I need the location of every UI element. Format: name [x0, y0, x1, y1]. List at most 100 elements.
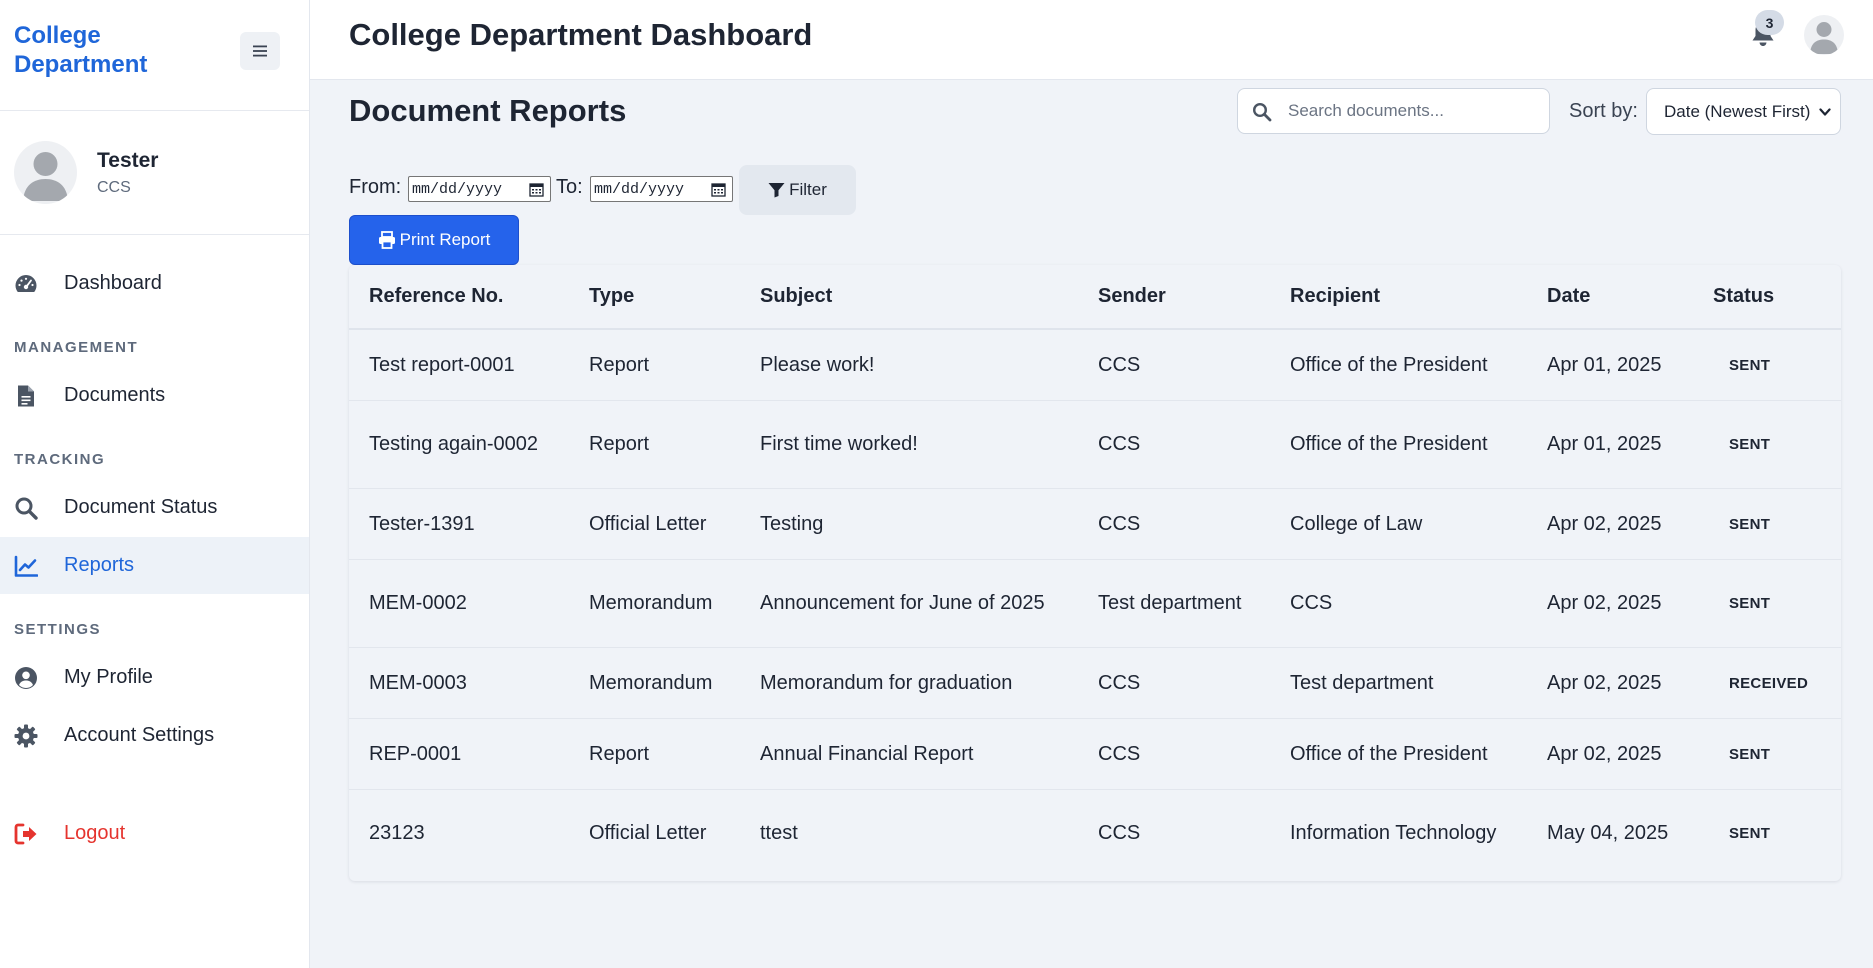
cell-subject: Memorandum for graduation — [740, 647, 1078, 719]
sort-label: Sort by: — [1569, 100, 1638, 122]
sidebar-item-label: Documents — [64, 384, 166, 406]
table-row[interactable]: MEM-0003 Memorandum Memorandum for gradu… — [349, 647, 1841, 719]
cell-date: Apr 01, 2025 — [1527, 329, 1693, 401]
table-row[interactable]: Tester-1391 Official Letter Testing CCS … — [349, 488, 1841, 560]
column-header-type[interactable]: Type — [569, 265, 740, 330]
page-title: Document Reports — [349, 93, 627, 128]
sidebar: College Department Tester CCS Dashboard … — [0, 0, 310, 968]
filter-icon — [768, 183, 785, 198]
status-badge: SENT — [1729, 825, 1771, 843]
cell-reference: 23123 — [369, 822, 425, 845]
table-header-row: Reference No. Type Subject Sender Recipi… — [349, 265, 1841, 330]
cell-status: SENT — [1693, 559, 1841, 648]
table-row[interactable]: Test report-0001 Report Please work! CCS… — [349, 329, 1841, 401]
status-badge: SENT — [1729, 436, 1771, 453]
user-avatar-icon — [23, 152, 68, 201]
chevron-down-icon — [1819, 108, 1831, 116]
sidebar-item-label: Account Settings — [64, 724, 215, 746]
cell-date: Apr 02, 2025 — [1527, 559, 1693, 648]
cell-recipient: Information Technology — [1290, 822, 1497, 845]
from-date-input[interactable]: mm/dd/yyyy — [408, 176, 551, 202]
column-header-status[interactable]: Status — [1693, 265, 1841, 330]
header-avatar[interactable] — [1804, 15, 1844, 55]
status-badge: SENT — [1729, 745, 1771, 763]
column-header-reference[interactable]: Reference No. — [349, 265, 569, 330]
table-row[interactable]: MEM-0002 Memorandum Announcement for Jun… — [349, 559, 1841, 648]
cell-status: SENT — [1693, 400, 1841, 489]
cell-type: Report — [569, 718, 740, 790]
table-row[interactable]: Testing again-0002 Report First time wor… — [349, 400, 1841, 489]
sidebar-item-my-profile[interactable]: My Profile — [0, 649, 309, 706]
date-placeholder: mm/dd/yyyy — [594, 180, 685, 198]
cell-sender: CCS — [1078, 488, 1270, 560]
menu-toggle-button[interactable] — [240, 32, 280, 70]
logout-icon — [13, 821, 39, 847]
column-header-subject[interactable]: Subject — [740, 265, 1078, 330]
reports-table: Reference No. Type Subject Sender Recipi… — [349, 265, 1841, 877]
reports-table-container: Reference No. Type Subject Sender Recipi… — [349, 265, 1841, 881]
column-header-date[interactable]: Date — [1527, 265, 1693, 330]
brand-title: College Department — [14, 22, 148, 78]
from-label: From: — [349, 176, 402, 198]
date-placeholder: mm/dd/yyyy — [412, 180, 503, 198]
sidebar-item-dashboard[interactable]: Dashboard — [0, 255, 309, 312]
cell-subject: Testing — [740, 488, 1078, 560]
search-icon — [13, 495, 39, 521]
user-department: CCS — [97, 179, 131, 196]
table-row[interactable]: REP-0001 Report Annual Financial Report … — [349, 718, 1841, 790]
cell-status: SENT — [1693, 329, 1841, 401]
sidebar-item-label: Document Status — [64, 496, 218, 518]
cell-reference: Testing again-0002 — [349, 400, 569, 489]
column-header-recipient[interactable]: Recipient — [1270, 265, 1527, 330]
sidebar-item-logout[interactable]: Logout — [0, 805, 309, 862]
cell-sender: CCS — [1078, 329, 1270, 401]
status-badge: SENT — [1729, 595, 1771, 612]
sidebar-item-reports[interactable]: Reports — [0, 537, 309, 594]
user-avatar-icon — [1810, 22, 1838, 54]
search-input[interactable] — [1288, 89, 1543, 133]
to-date-input[interactable]: mm/dd/yyyy — [590, 176, 733, 202]
sidebar-item-label: Logout — [64, 822, 126, 844]
sidebar-item-label: Dashboard — [64, 272, 162, 294]
cell-recipient: Office of the President — [1270, 718, 1527, 790]
cell-subject: Annual Financial Report — [740, 718, 1078, 790]
sort-select-value: Date (Newest First) — [1664, 101, 1811, 121]
cell-type: Report — [569, 329, 740, 401]
document-icon — [13, 383, 39, 409]
cell-status: SENT — [1693, 789, 1841, 877]
cell-status: SENT — [1693, 718, 1841, 790]
section-label-tracking: TRACKING — [14, 451, 106, 468]
calendar-icon[interactable] — [529, 182, 544, 197]
sidebar-item-label: My Profile — [64, 666, 153, 688]
top-header: College Department Dashboard 3 — [310, 0, 1873, 80]
search-box — [1237, 88, 1550, 134]
cell-type: Memorandum — [569, 559, 740, 648]
table-row[interactable]: 23123 Official Letter ttest CCS Informat… — [349, 789, 1841, 877]
print-report-button[interactable]: Print Report — [349, 215, 519, 265]
cell-recipient: Test department — [1270, 647, 1527, 719]
section-label-settings: SETTINGS — [14, 621, 102, 638]
cell-reference: MEM-0003 — [349, 647, 569, 719]
cell-reference: Tester-1391 — [349, 488, 569, 560]
printer-icon — [378, 231, 395, 249]
cell-date: Apr 02, 2025 — [1527, 718, 1693, 790]
sidebar-item-label: Reports — [64, 554, 135, 576]
sidebar-item-documents[interactable]: Documents — [0, 367, 309, 424]
page-header-title: College Department Dashboard — [349, 17, 813, 52]
notification-count-badge: 3 — [1755, 10, 1784, 35]
cell-reference: Test report-0001 — [349, 329, 569, 401]
filter-button[interactable]: Filter — [739, 165, 856, 215]
sidebar-item-account-settings[interactable]: Account Settings — [0, 707, 309, 764]
gear-icon — [13, 723, 39, 749]
cell-status: RECEIVED — [1693, 647, 1841, 719]
cell-recipient: College of Law — [1270, 488, 1527, 560]
column-header-sender[interactable]: Sender — [1078, 265, 1270, 330]
cell-type: Official Letter — [589, 822, 707, 845]
cell-type: Official Letter — [569, 488, 740, 560]
cell-status: SENT — [1693, 488, 1841, 560]
sort-select[interactable]: Date (Newest First) — [1646, 88, 1841, 135]
calendar-icon[interactable] — [711, 182, 726, 197]
cell-sender: CCS — [1078, 718, 1270, 790]
cell-date: Apr 02, 2025 — [1527, 488, 1693, 560]
sidebar-item-document-status[interactable]: Document Status — [0, 479, 309, 536]
